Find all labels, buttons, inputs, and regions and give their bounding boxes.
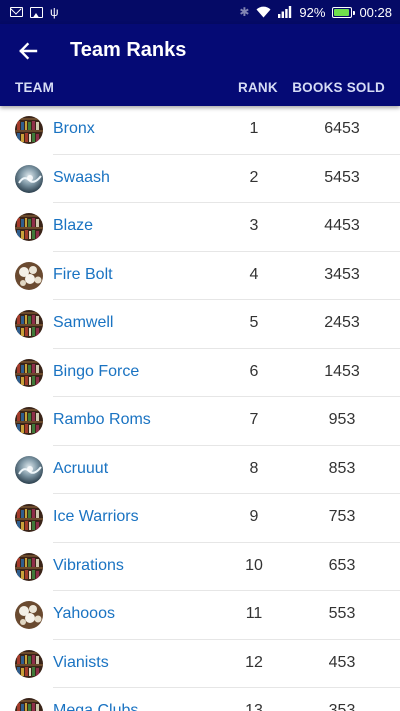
column-header-rank[interactable]: RANK (238, 80, 278, 95)
team-row[interactable]: Bingo Force 6 1453 (0, 349, 400, 398)
mail-icon (10, 7, 23, 17)
team-rank: 8 (249, 459, 259, 477)
page-title: Team Ranks (70, 39, 187, 61)
team-row[interactable]: Blaze 3 4453 (0, 203, 400, 252)
wifi-icon (256, 6, 271, 18)
team-row[interactable]: Mega Clubs 13 353 (0, 688, 400, 711)
team-rank: 3 (249, 217, 259, 234)
team-avatar (15, 310, 43, 338)
team-avatar (15, 698, 43, 711)
team-row[interactable]: Ice Warriors 9 753 (0, 494, 400, 543)
team-name-link[interactable]: Mega Clubs (53, 702, 138, 711)
clock: 00:28 (359, 4, 392, 20)
team-books-sold: 1453 (324, 362, 360, 380)
team-books-sold: 853 (328, 459, 356, 477)
status-system: ✱ 92% 00:28 (239, 5, 392, 20)
team-rank: 4 (249, 265, 259, 283)
team-books-sold: 353 (328, 702, 356, 711)
team-rank: 6 (249, 362, 259, 380)
team-name-link[interactable]: Ice Warriors (53, 508, 139, 526)
team-books-sold: 6453 (324, 120, 360, 137)
team-name-link[interactable]: Yahooos (53, 605, 115, 623)
team-books-sold: 2453 (324, 314, 360, 331)
team-name-link[interactable]: Rambo Roms (53, 411, 151, 429)
team-books-sold: 753 (328, 508, 356, 525)
team-avatar (15, 116, 43, 144)
team-books-sold: 3453 (324, 265, 360, 283)
team-row[interactable]: Fire Bolt 4 3453 (0, 252, 400, 301)
team-name-link[interactable]: Acruuut (53, 460, 108, 478)
team-rank: 10 (245, 556, 263, 574)
battery-icon (332, 6, 356, 18)
team-avatar (15, 213, 43, 241)
team-avatar (15, 552, 43, 581)
status-notifications: ψ (10, 6, 59, 18)
team-rank: 7 (249, 411, 259, 428)
team-rank: 1 (249, 120, 259, 137)
team-rank: 13 (245, 702, 263, 711)
usb-icon: ψ (50, 5, 59, 19)
team-row[interactable]: Vianists 12 453 (0, 640, 400, 689)
team-rank: 5 (249, 314, 259, 331)
team-avatar (15, 407, 43, 435)
back-button[interactable] (10, 36, 46, 66)
team-avatar (15, 649, 43, 678)
team-row[interactable]: Samwell 5 2453 (0, 300, 400, 349)
team-avatar (15, 358, 43, 387)
column-header-books-sold[interactable]: BOOKS SOLD (292, 80, 385, 95)
team-name-link[interactable]: Vibrations (53, 557, 124, 575)
team-name-link[interactable]: Vianists (53, 654, 109, 672)
status-bar: ψ ✱ 92% 00:28 (0, 0, 400, 24)
team-books-sold: 953 (328, 411, 356, 428)
team-avatar (15, 504, 43, 532)
team-row[interactable]: Swaash 2 5453 (0, 155, 400, 204)
team-books-sold: 4453 (324, 217, 360, 234)
team-books-sold: 5453 (324, 168, 360, 186)
team-avatar (15, 455, 43, 484)
team-row[interactable]: Rambo Roms 7 953 (0, 397, 400, 446)
app-bar: Team Ranks TEAM RANK BOOKS SOLD (0, 24, 400, 106)
team-row[interactable]: Acruuut 8 853 (0, 446, 400, 495)
team-avatar (15, 601, 43, 629)
team-books-sold: 453 (328, 653, 356, 671)
image-icon (30, 6, 43, 18)
team-rank: 2 (249, 168, 259, 186)
signal-icon (278, 6, 292, 18)
team-row[interactable]: Vibrations 10 653 (0, 543, 400, 592)
battery-percent: 92% (299, 4, 326, 20)
team-rank-list[interactable]: Bronx 1 6453 Swaash 2 5453 Blaze 3 4453 Fire Bolt… (0, 106, 400, 711)
team-name-link[interactable]: Bronx (53, 120, 95, 138)
team-avatar (15, 261, 43, 290)
team-name-link[interactable]: Fire Bolt (53, 266, 113, 284)
column-header-team[interactable]: TEAM (15, 80, 54, 95)
team-row[interactable]: Yahooos 11 553 (0, 591, 400, 640)
team-books-sold: 553 (328, 605, 356, 622)
arrow-back-icon (19, 42, 38, 60)
team-books-sold: 653 (328, 556, 356, 574)
team-rank: 12 (245, 653, 263, 671)
team-avatar (15, 164, 43, 193)
team-rank: 9 (249, 508, 259, 525)
team-rank: 11 (245, 605, 263, 622)
team-name-link[interactable]: Blaze (53, 217, 93, 235)
team-name-link[interactable]: Bingo Force (53, 363, 139, 381)
bluetooth-icon: ✱ (239, 5, 250, 19)
team-name-link[interactable]: Swaash (53, 169, 110, 187)
team-name-link[interactable]: Samwell (53, 314, 113, 332)
team-row[interactable]: Bronx 1 6453 (0, 106, 400, 155)
